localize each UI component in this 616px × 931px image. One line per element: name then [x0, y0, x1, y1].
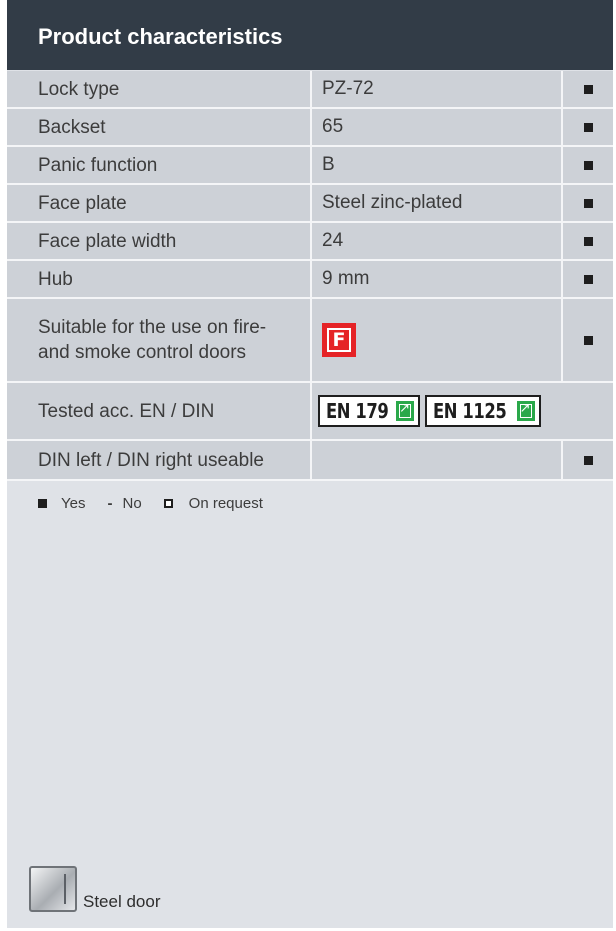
filled-square-icon [583, 160, 593, 170]
yes-mark [561, 71, 613, 107]
steel-door-icon [29, 866, 77, 912]
row-value: Steel zinc-plated [310, 185, 561, 221]
table-row: Face plate Steel zinc-plated [7, 185, 613, 223]
row-label: Tested acc. EN / DIN [38, 400, 215, 422]
row-label: Face plate [38, 192, 127, 214]
legend-yes: Yes [38, 495, 85, 512]
row-label: DIN left / DIN right useable [38, 449, 264, 471]
emergency-exit-icon [396, 401, 415, 421]
yes-mark [561, 185, 613, 221]
open-square-icon [163, 499, 173, 508]
table-row: Backset 65 [7, 109, 613, 147]
row-label: Face plate width [38, 230, 177, 252]
panel-header: Product characteristics [7, 0, 613, 70]
filled-square-icon [38, 499, 47, 508]
door-type-label: Steel door [83, 892, 161, 911]
yes-mark [561, 147, 613, 183]
fire-badge-cell: F [310, 299, 561, 381]
filled-square-icon [583, 84, 593, 94]
legend-on-request-label: On request [188, 495, 263, 512]
legend: Yes - No On request [38, 495, 285, 512]
characteristics-table: Lock type PZ-72 Backset 65 Panic functio… [7, 71, 613, 481]
row-value: B [310, 147, 561, 183]
table-row: Panic function B [7, 147, 613, 185]
row-value: 65 [310, 109, 561, 145]
yes-mark [561, 109, 613, 145]
table-row: Face plate width 24 [7, 223, 613, 261]
filled-square-icon [583, 335, 593, 345]
filled-square-icon [583, 122, 593, 132]
row-label: Lock type [38, 78, 120, 100]
legend-yes-label: Yes [61, 495, 86, 512]
table-row-fire-rating: Suitable for the use on fire- and smoke … [7, 299, 613, 383]
dash-symbol: - [107, 495, 113, 512]
table-row: DIN left / DIN right useable [7, 441, 613, 481]
yes-mark [561, 223, 613, 259]
en179-badge: EN 179 [318, 395, 421, 427]
badge-text: EN 1125 [433, 399, 507, 423]
fire-door-badge: F [322, 323, 356, 357]
yes-mark [561, 299, 613, 381]
filled-square-icon [583, 455, 593, 465]
legend-no-label: No [122, 495, 142, 512]
emergency-exit-icon [516, 401, 535, 421]
row-value [310, 441, 561, 479]
yes-mark [561, 441, 613, 479]
panel-title: Product characteristics [38, 24, 283, 49]
row-label: Suitable for the use on fire- and smoke … [38, 317, 267, 363]
row-label: Backset [38, 116, 106, 138]
filled-square-icon [583, 274, 593, 284]
table-row: Lock type PZ-72 [7, 71, 613, 109]
row-value: 9 mm [310, 261, 561, 297]
en1125-badge: EN 1125 [425, 395, 541, 427]
table-row-tested: Tested acc. EN / DIN EN 179 EN 1125 [7, 383, 613, 441]
legend-on-request: On request [163, 495, 263, 512]
row-label: Panic function [38, 154, 158, 176]
door-type: Steel door [29, 866, 161, 912]
standards-badges: EN 179 EN 1125 [310, 383, 613, 439]
product-characteristics-panel: Product characteristics Lock type PZ-72 … [7, 0, 613, 928]
table-row: Hub 9 mm [7, 261, 613, 299]
filled-square-icon [583, 236, 593, 246]
row-value: 24 [310, 223, 561, 259]
filled-square-icon [583, 198, 593, 208]
row-value: PZ-72 [310, 71, 561, 107]
badge-text: EN 179 [326, 399, 389, 423]
row-label: Hub [38, 268, 73, 290]
legend-no: - No [107, 495, 141, 512]
fire-badge-letter: F [327, 328, 351, 352]
yes-mark [561, 261, 613, 297]
